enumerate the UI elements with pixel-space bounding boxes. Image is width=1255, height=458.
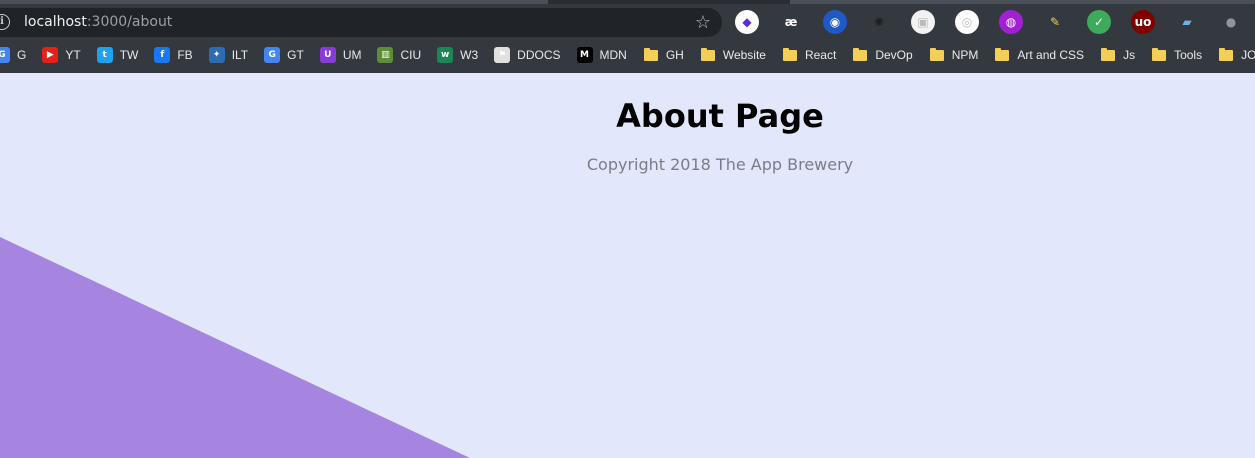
bookmark-devop[interactable]: DevOp — [852, 44, 913, 66]
extensions-toolbar: ◆ æ ◉ ✺ ▣ ◎ ◍ ✎ ✓ uo ▰ ● — [735, 9, 1255, 35]
extension-2-icon[interactable]: æ — [779, 10, 803, 34]
folder-icon — [1151, 47, 1167, 63]
w3-icon: w — [437, 47, 454, 63]
bookmark-gh[interactable]: GH — [643, 44, 684, 66]
active-tab[interactable] — [0, 0, 548, 4]
folder-icon — [1100, 47, 1116, 63]
folder-icon — [852, 47, 868, 63]
bookmark-fb[interactable]: f FB — [154, 44, 193, 66]
bookmark-label: FB — [177, 48, 193, 62]
bookmark-ilt[interactable]: ✦ ILT — [208, 44, 249, 66]
extension-8-icon[interactable]: ✎ — [1043, 10, 1067, 34]
folder-icon — [782, 47, 798, 63]
google-translate-icon: G — [264, 47, 281, 63]
extension-12-icon[interactable]: ● — [1219, 10, 1243, 34]
copyright-text: Copyright 2018 The App Brewery — [586, 155, 854, 174]
bookmark-gt[interactable]: G GT — [264, 44, 304, 66]
bookmark-art-and-css[interactable]: Art and CSS — [994, 44, 1084, 66]
bookmark-label: W3 — [460, 48, 479, 62]
url-host: localhost — [24, 14, 87, 30]
ublock-icon[interactable]: uo — [1131, 10, 1155, 34]
um-icon: U — [319, 47, 336, 63]
bookmarks-bar: G G ▶ YT t TW f FB ✦ ILT G GT U UM ▥ CIU w W3 ⚑ DDOCS M MDN GH… — [0, 44, 1255, 66]
inactive-tab[interactable] — [790, 0, 1255, 4]
extension-6-icon[interactable]: ◎ — [955, 10, 979, 34]
bookmark-label: React — [804, 48, 837, 62]
bookmark-label: JOB_D — [1241, 48, 1255, 62]
bookmark-js[interactable]: Js — [1100, 44, 1135, 66]
bookmark-label: Art and CSS — [1017, 48, 1085, 62]
page-content: About Page Copyright 2018 The App Brewer… — [0, 73, 1255, 458]
extension-1-icon[interactable]: ◆ — [735, 10, 759, 34]
bookmark-label: TW — [119, 48, 139, 62]
extension-7-icon[interactable]: ◍ — [999, 10, 1023, 34]
bookmark-website[interactable]: Website — [700, 44, 766, 66]
bookmark-label: Website — [722, 48, 766, 62]
google-icon: G — [0, 47, 10, 63]
bitwarden-icon[interactable]: ◉ — [823, 10, 847, 34]
extension-11-icon[interactable]: ▰ — [1175, 10, 1199, 34]
bookmark-label: ILT — [231, 48, 249, 62]
extension-9-icon[interactable]: ✓ — [1087, 10, 1111, 34]
bookmark-npm[interactable]: NPM — [929, 44, 979, 66]
url-text[interactable]: localhost:3000/about — [24, 14, 172, 31]
bookmark-um[interactable]: U UM — [319, 44, 362, 66]
url-path: :3000/about — [86, 14, 173, 30]
bookmark-star-icon[interactable]: ☆ — [692, 12, 714, 34]
bookmark-label: GT — [287, 48, 304, 62]
bookmark-g[interactable]: GG — [0, 44, 26, 66]
bookmark-tools[interactable]: Tools — [1151, 44, 1202, 66]
bookmark-label: CIU — [400, 48, 422, 62]
bookmark-label: UM — [342, 48, 362, 62]
bookmark-label: DevOp — [875, 48, 913, 62]
bookmark-yt[interactable]: ▶ YT — [42, 44, 81, 66]
page-title: About Page — [616, 97, 824, 135]
devdocs-icon: ⚑ — [494, 47, 511, 63]
bookmark-label: Js — [1123, 48, 1136, 62]
ilt-icon: ✦ — [208, 47, 225, 63]
folder-icon — [700, 47, 716, 63]
bookmark-ciu[interactable]: ▥ CIU — [377, 44, 421, 66]
address-bar[interactable]: i localhost:3000/about ☆ — [0, 8, 722, 37]
bookmark-w3[interactable]: w W3 — [437, 44, 478, 66]
bookmark-react[interactable]: React — [782, 44, 836, 66]
twitter-icon: t — [96, 47, 113, 63]
bookmark-label: NPM — [951, 48, 979, 62]
folder-icon — [994, 47, 1010, 63]
folder-icon — [643, 47, 659, 63]
bookmark-label: G — [17, 48, 27, 62]
extension-5-icon[interactable]: ▣ — [911, 10, 935, 34]
folder-icon — [1218, 47, 1234, 63]
facebook-icon: f — [154, 47, 171, 63]
bookmark-label: Tools — [1174, 48, 1203, 62]
bookmark-tw[interactable]: t TW — [96, 44, 139, 66]
bookmark-mdn[interactable]: M MDN — [576, 44, 627, 66]
bookmark-label: MDN — [599, 48, 627, 62]
bookmark-ddocs[interactable]: ⚑ DDOCS — [494, 44, 561, 66]
mdn-icon: M — [576, 47, 593, 63]
bookmark-label: YT — [65, 48, 81, 62]
extension-4-icon[interactable]: ✺ — [867, 10, 891, 34]
bookmark-label: GH — [665, 48, 684, 62]
caniuse-icon: ▥ — [377, 47, 394, 63]
bookmark-job-d[interactable]: JOB_D — [1218, 44, 1255, 66]
browser-chrome: i localhost:3000/about ☆ ◆ æ ◉ ✺ ▣ ◎ ◍ ✎ ✓ uo ▰ ● G… — [0, 0, 1255, 73]
youtube-icon: ▶ — [42, 47, 59, 63]
folder-icon — [929, 47, 945, 63]
tab-strip — [0, 0, 1255, 4]
site-info-icon[interactable]: i — [0, 14, 10, 30]
bookmark-label: DDOCS — [517, 48, 561, 62]
